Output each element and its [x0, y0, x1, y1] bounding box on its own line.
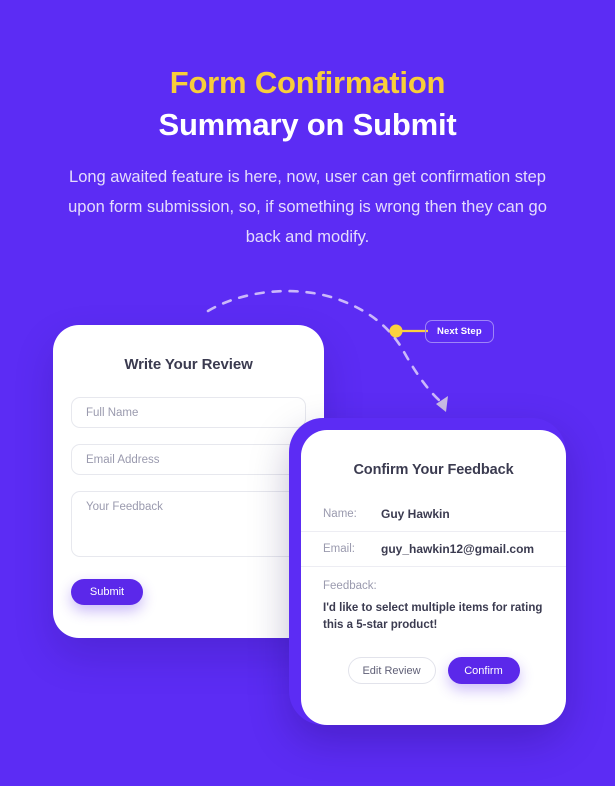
- confirm-button[interactable]: Confirm: [447, 657, 520, 684]
- summary-label-name: Name:: [323, 507, 357, 520]
- edit-review-button[interactable]: Edit Review: [347, 657, 436, 684]
- confirm-feedback-frame: Confirm Your Feedback Name: Guy Hawkin E…: [289, 418, 566, 725]
- write-review-card: Write Your Review Full Name Email Addres…: [53, 325, 324, 638]
- page-root: Form Confirmation Summary on Submit Long…: [0, 0, 615, 786]
- write-review-title: Write Your Review: [124, 356, 253, 373]
- summary-label-email: Email:: [323, 543, 355, 555]
- page-title: Form Confirmation Summary on Submit: [0, 62, 615, 146]
- summary-row-feedback: Feedback: I'd like to select multiple it…: [301, 566, 566, 634]
- summary-value-feedback: I'd like to select multiple items for ra…: [323, 602, 543, 631]
- summary-row-email: Email: guy_hawkin12@gmail.com: [301, 531, 566, 566]
- full-name-placeholder: Full Name: [86, 406, 139, 419]
- summary-value-name: Guy Hawkin: [381, 506, 450, 521]
- summary-row-name: Name: Guy Hawkin: [301, 496, 566, 531]
- feedback-textarea[interactable]: Your Feedback: [71, 491, 306, 557]
- summary-label-feedback: Feedback:: [323, 580, 377, 592]
- submit-button[interactable]: Submit: [71, 579, 143, 605]
- full-name-input[interactable]: Full Name: [71, 397, 306, 428]
- email-address-input[interactable]: Email Address: [71, 444, 306, 475]
- arrowhead-icon: [436, 396, 448, 412]
- next-step-dot-icon: [389, 324, 403, 338]
- email-address-placeholder: Email Address: [86, 453, 160, 466]
- feedback-placeholder: Your Feedback: [86, 501, 163, 513]
- confirm-actions: Edit Review Confirm: [301, 657, 566, 684]
- confirm-feedback-card: Confirm Your Feedback Name: Guy Hawkin E…: [301, 430, 566, 725]
- confirm-feedback-title: Confirm Your Feedback: [353, 462, 514, 478]
- next-step-badge-label: Next Step: [437, 326, 482, 337]
- next-step-badge: Next Step: [425, 320, 494, 343]
- page-title-line-1: Form Confirmation: [169, 65, 446, 100]
- summary-value-email: guy_hawkin12@gmail.com: [381, 542, 535, 556]
- page-subtitle: Long awaited feature is here, now, user …: [68, 168, 547, 246]
- page-title-line-2: Summary on Submit: [158, 107, 457, 142]
